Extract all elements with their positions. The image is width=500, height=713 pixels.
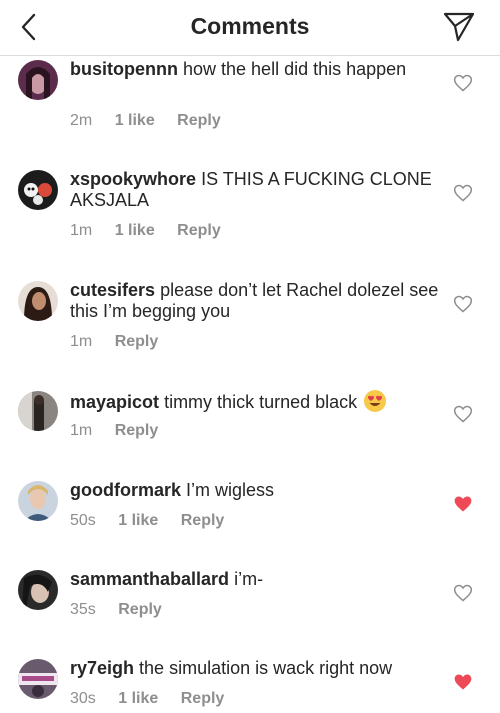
- heart-filled-icon[interactable]: [453, 494, 473, 514]
- heart-outline-icon[interactable]: [453, 73, 473, 93]
- heart-outline-icon[interactable]: [453, 583, 473, 603]
- comments-header: Comments: [0, 0, 500, 56]
- heart-eyes-emoji-icon: [364, 390, 387, 412]
- comment-meta: 30s 1 like Reply: [70, 690, 242, 708]
- comment-text: mayapicot timmy thick turned black: [70, 390, 445, 413]
- avatar[interactable]: [18, 391, 58, 431]
- page-title: Comments: [190, 13, 310, 39]
- comment-body: the simulation is wack right now: [139, 658, 393, 678]
- comment-body: timmy thick turned black: [164, 392, 358, 412]
- comment-username[interactable]: sammanthaballard: [70, 569, 229, 589]
- share-button[interactable]: [442, 10, 476, 44]
- comment-username[interactable]: cutesifers: [70, 280, 155, 300]
- reply-button[interactable]: Reply: [177, 222, 221, 240]
- avatar[interactable]: [18, 481, 58, 521]
- reply-button[interactable]: Reply: [115, 333, 159, 351]
- comment-time: 50s: [70, 512, 96, 529]
- comment-username[interactable]: xspookywhore: [70, 169, 196, 189]
- comment-time: 2m: [70, 112, 93, 129]
- comment-username[interactable]: goodformark: [70, 480, 181, 500]
- comment-time: 1m: [70, 222, 93, 239]
- paper-plane-icon: [443, 12, 475, 42]
- comment-text: cutesifers please don’t let Rachel dolez…: [70, 280, 445, 322]
- comment-meta: 35s Reply: [70, 601, 180, 619]
- avatar[interactable]: [18, 60, 58, 100]
- comment-body: how the hell did this happen: [183, 59, 407, 79]
- comment-username[interactable]: mayapicot: [70, 392, 159, 412]
- avatar[interactable]: [18, 281, 58, 321]
- heart-filled-icon[interactable]: [453, 672, 473, 692]
- reply-button[interactable]: Reply: [181, 690, 225, 708]
- comment-likes[interactable]: 1 like: [115, 112, 155, 130]
- comment-text: sammanthaballard i’m-: [70, 569, 445, 590]
- avatar[interactable]: [18, 170, 58, 210]
- comment-time: 1m: [70, 333, 93, 350]
- avatar[interactable]: [18, 659, 58, 699]
- comment-likes[interactable]: 1 like: [118, 690, 158, 708]
- comment-text: ry7eigh the simulation is wack right now: [70, 658, 445, 679]
- comment-meta: 1m Reply: [70, 333, 176, 351]
- avatar[interactable]: [18, 570, 58, 610]
- reply-button[interactable]: Reply: [181, 512, 225, 530]
- reply-button[interactable]: Reply: [177, 112, 221, 130]
- comment-meta: 50s 1 like Reply: [70, 512, 242, 530]
- comment-meta: 1m 1 like Reply: [70, 222, 239, 240]
- reply-button[interactable]: Reply: [118, 601, 162, 619]
- reply-button[interactable]: Reply: [115, 422, 159, 440]
- heart-outline-icon[interactable]: [453, 294, 473, 314]
- comment-username[interactable]: busitopennn: [70, 59, 178, 79]
- comment-time: 1m: [70, 422, 93, 439]
- comment-text: busitopennn how the hell did this happen: [70, 59, 445, 80]
- comment-time: 30s: [70, 690, 96, 707]
- comment-likes[interactable]: 1 like: [115, 222, 155, 240]
- comment-text: xspookywhore IS THIS A FUCKING CLONE AKS…: [70, 169, 445, 211]
- comment-text: goodformark I’m wigless: [70, 480, 445, 501]
- comment-body: i’m-: [234, 569, 264, 589]
- comment-body: I’m wigless: [186, 480, 275, 500]
- comment-username[interactable]: ry7eigh: [70, 658, 134, 678]
- heart-outline-icon[interactable]: [453, 404, 473, 424]
- comment-meta: 2m 1 like Reply: [70, 112, 239, 130]
- comment-meta: 1m Reply: [70, 422, 176, 440]
- comment-time: 35s: [70, 601, 96, 618]
- comment-likes[interactable]: 1 like: [118, 512, 158, 530]
- heart-outline-icon[interactable]: [453, 183, 473, 203]
